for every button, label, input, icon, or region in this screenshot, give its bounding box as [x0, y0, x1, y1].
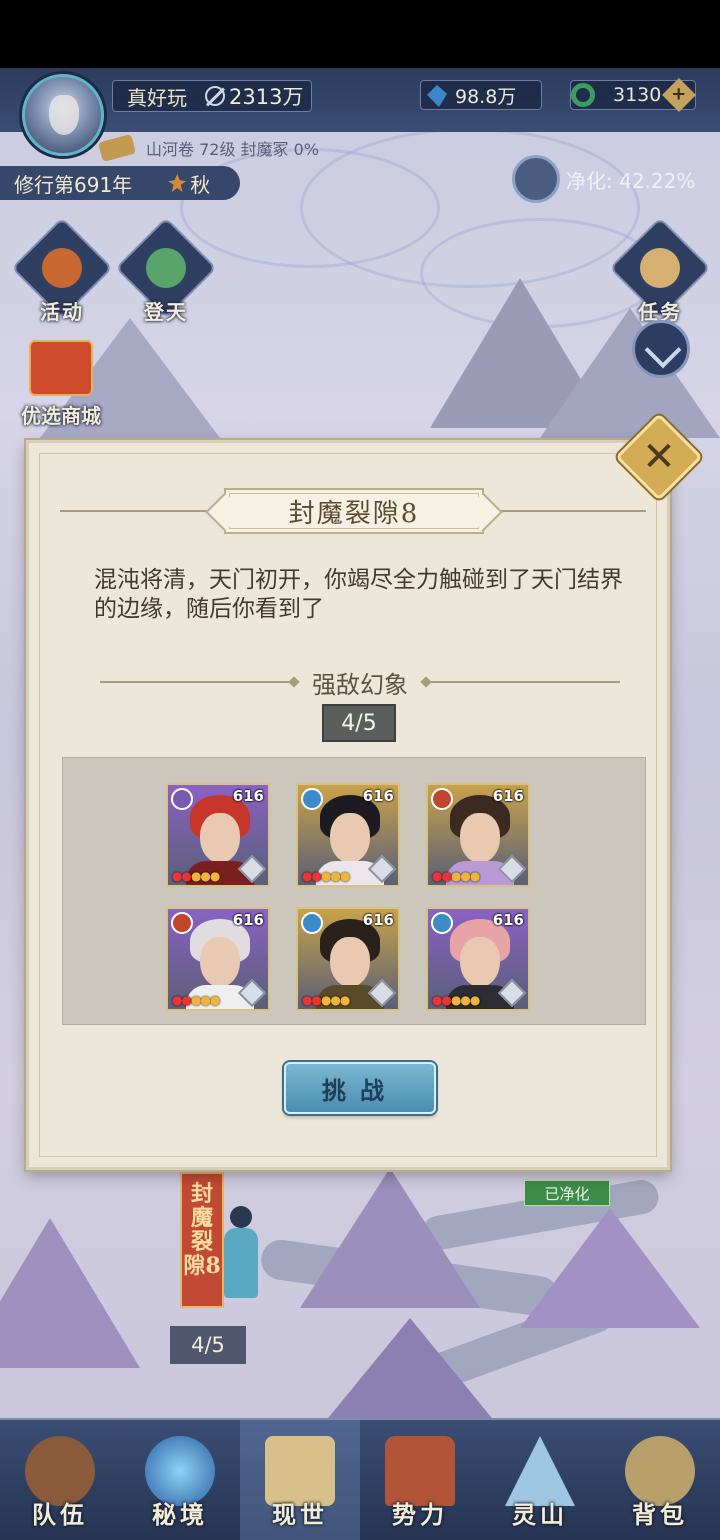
hero-face [330, 937, 370, 987]
jade-icon [571, 83, 595, 107]
activity-label: 活动 [40, 300, 84, 324]
hero-level: 616 [362, 787, 394, 805]
enemy-hero-card[interactable]: 616 ●●●●● [296, 783, 400, 887]
purify-icon [512, 155, 560, 203]
bottom-nav: 队伍 秘境 现世 势力 灵山 背包 [0, 1418, 720, 1540]
cultivation-year: 修行第691年 [14, 172, 133, 197]
dialog-description: 混沌将清，天门初开，你竭尽全力触碰到了天门结界的边缘，随后你看到了 [94, 567, 623, 622]
enemy-section-header: 强敌幻象 [100, 664, 620, 700]
water-element-icon [301, 912, 323, 934]
player-avatar[interactable] [22, 74, 104, 156]
purify-label: 净化: 42.22% [566, 168, 696, 193]
gift-box-icon [29, 340, 93, 396]
nav-faction-label: 势力 [392, 1500, 448, 1529]
task-button[interactable]: 任务 [609, 217, 711, 325]
purify-status[interactable]: 净化: 42.22% [512, 154, 720, 204]
hero-level: 616 [362, 911, 394, 929]
shop-label: 优选商城 [21, 404, 101, 428]
enemy-hero-card[interactable]: 616 ●●●●● [166, 907, 270, 1011]
nav-team[interactable]: 队伍 [0, 1420, 120, 1540]
power-icon [205, 86, 225, 106]
combat-power: 2313万 [205, 81, 303, 111]
hero-stars: ●●●●● [432, 993, 480, 1007]
maple-leaf-icon [168, 174, 187, 192]
water-element-icon [431, 912, 453, 934]
season: 秋 [168, 169, 210, 198]
enemy-hero-card[interactable]: 616 ●●●●● [426, 907, 530, 1011]
hero-stars: ●●●●● [432, 869, 480, 883]
enemy-section-title: 强敌幻象 [312, 670, 408, 699]
activity-button[interactable]: 活动 [11, 217, 113, 325]
close-icon: ✕ [642, 434, 676, 480]
hero-level: 616 [232, 787, 264, 805]
attempt-counter: 4/5 [322, 704, 396, 742]
nav-secret-realm[interactable]: 秘境 [120, 1420, 240, 1540]
hero-stars: ●●●●● [172, 869, 220, 883]
fire-element-icon [171, 912, 193, 934]
nav-spirit-mountain-label: 灵山 [512, 1500, 568, 1529]
rift-progress: 4/5 [170, 1326, 246, 1364]
ascend-label: 登天 [144, 300, 188, 324]
challenge-button[interactable]: 挑战 [284, 1062, 436, 1114]
player-name: 真好玩 [127, 85, 187, 110]
cultivation-year-bar: 修行第691年 秋 [0, 166, 240, 200]
purified-tag: 已净化 [524, 1180, 610, 1206]
hero-stars: ●●●●● [302, 869, 350, 883]
nav-world[interactable]: 现世 [240, 1420, 360, 1540]
enemy-hero-card[interactable]: 616 ●●●●● [296, 907, 400, 1011]
add-jade-icon[interactable]: + [662, 78, 696, 112]
player-name-plate: 真好玩 2313万 [112, 80, 312, 112]
nav-backpack-label: 背包 [632, 1500, 688, 1529]
ascend-button[interactable]: 登天 [115, 217, 217, 325]
jade-value: 3130 [613, 84, 662, 106]
hero-face [200, 813, 240, 863]
jade-resource[interactable]: 3130 + [570, 78, 696, 112]
hero-face [200, 937, 240, 987]
nav-secret-realm-label: 秘境 [152, 1500, 208, 1529]
nav-world-label: 现世 [272, 1500, 328, 1529]
hero-face [460, 937, 500, 987]
nav-backpack[interactable]: 背包 [600, 1420, 720, 1540]
hero-level: 616 [232, 911, 264, 929]
season-label: 秋 [190, 172, 211, 197]
hero-level: 616 [492, 911, 524, 929]
wind-element-icon [171, 788, 193, 810]
enemy-hero-card[interactable]: 616 ●●●●● [426, 783, 530, 887]
nav-spirit-mountain[interactable]: 灵山 [480, 1420, 600, 1540]
scroll-icon [97, 133, 137, 163]
progress-info-text: 山河卷 72级 封魔冢 0% [146, 140, 320, 159]
fire-element-icon [431, 788, 453, 810]
dialog-title-bar: 封魔裂隙8 [60, 486, 646, 536]
gem-icon [427, 85, 447, 107]
gem-resource[interactable]: 98.8万 [420, 80, 542, 110]
nav-faction[interactable]: 势力 [360, 1420, 480, 1540]
expand-menu-button[interactable] [632, 320, 690, 378]
water-element-icon [301, 788, 323, 810]
combat-power-value: 2313万 [229, 85, 304, 109]
hero-stars: ●●●●● [302, 993, 350, 1007]
status-bar [0, 0, 720, 68]
nav-team-label: 队伍 [32, 1500, 88, 1529]
gem-value: 98.8万 [455, 85, 517, 108]
enemy-hero-card[interactable]: 616 ●●●●● [166, 783, 270, 887]
hero-stars: ●●●●● [172, 993, 220, 1007]
shop-button[interactable]: 优选商城 [14, 340, 108, 429]
player-figure [214, 1206, 270, 1306]
dialog-title: 封魔裂隙8 [224, 488, 484, 534]
progress-info[interactable]: 山河卷 72级 封魔冢 0% [97, 133, 320, 163]
hero-level: 616 [492, 787, 524, 805]
hero-face [330, 813, 370, 863]
hero-face [460, 813, 500, 863]
